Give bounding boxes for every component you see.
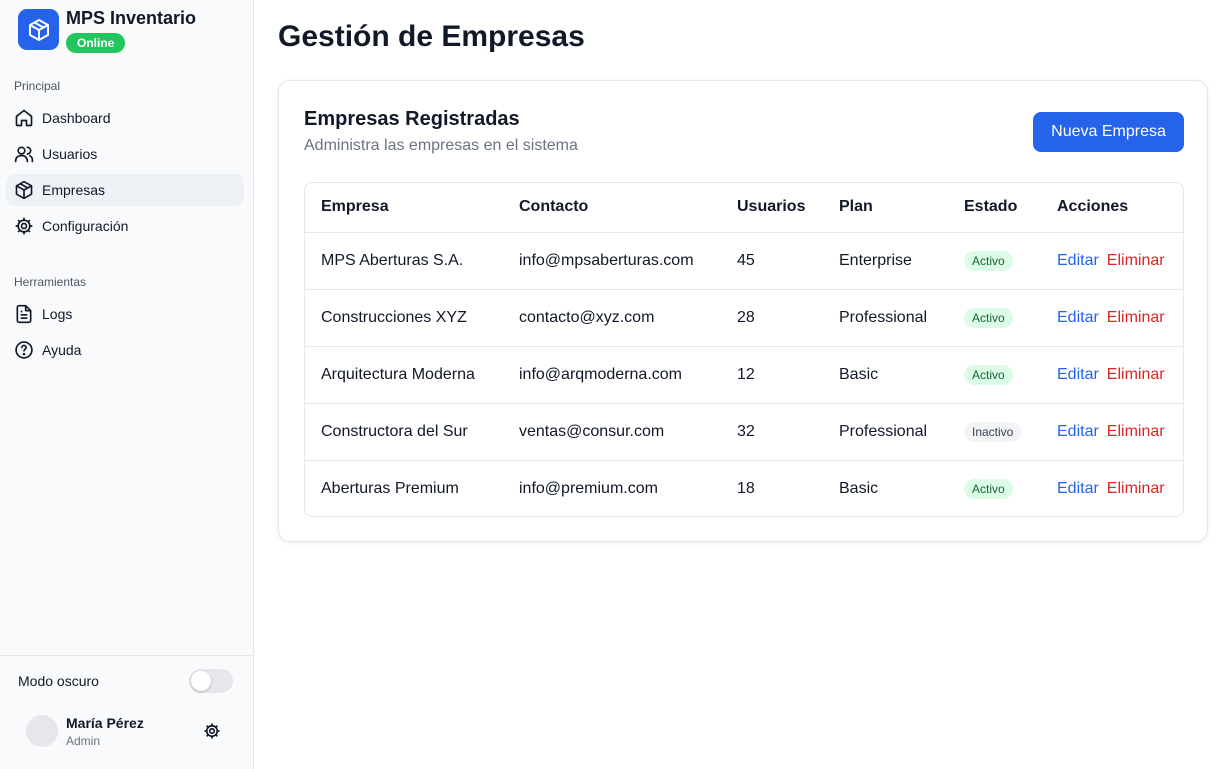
header-plan: Plan [823, 183, 948, 233]
cell-plan: Professional [823, 403, 948, 461]
cell-plan: Professional [823, 289, 948, 347]
sidebar-item-usuarios[interactable]: Usuarios [6, 138, 244, 170]
status-badge: Inactivo [964, 421, 1022, 442]
cell-usuarios: 32 [721, 403, 823, 461]
cell-acciones: Editar Eliminar [1041, 403, 1183, 461]
cell-contacto: info@premium.com [519, 479, 658, 497]
cell-contacto: info@mpsaberturas.com [503, 232, 721, 290]
delete-link[interactable]: Eliminar [1107, 423, 1165, 440]
edit-link[interactable]: Editar [1057, 309, 1099, 326]
home-icon [14, 108, 34, 128]
edit-link[interactable]: Editar [1057, 423, 1099, 440]
delete-link[interactable]: Eliminar [1107, 480, 1165, 497]
companies-table: Empresa Contacto Usuarios Plan Estado Ac… [304, 182, 1184, 517]
header-empresa: Empresa [305, 183, 503, 233]
delete-link[interactable]: Eliminar [1107, 309, 1165, 326]
cell-plan: Enterprise [823, 232, 948, 290]
user-role: Admin [66, 734, 101, 748]
online-badge: Online [66, 33, 126, 53]
sidebar-item-label: Ayuda [42, 342, 82, 358]
user-name: María Pérez [66, 715, 144, 731]
cell-empresa: MPS Aberturas S.A. [305, 232, 503, 290]
app-title: MPS Inventario [66, 8, 197, 28]
sidebar-item-label: Configuración [42, 218, 129, 234]
sidebar-footer: Modo oscuro María Pérez Admin [0, 655, 253, 769]
status-badge: Activo [964, 478, 1013, 499]
cell-estado: Activo [948, 346, 1041, 404]
cell-estado: Inactivo [948, 403, 1041, 461]
delete-link[interactable]: Eliminar [1107, 252, 1165, 269]
table-row: Construcciones XYZ contacto@xyz.com 28 P… [305, 289, 1183, 347]
sidebar-item-label: Logs [42, 306, 73, 322]
cell-estado: Activo [948, 289, 1041, 347]
header-acciones: Acciones [1041, 183, 1183, 233]
cell-acciones: Editar Eliminar [1041, 460, 1183, 516]
cell-acciones: Editar Eliminar [1041, 346, 1183, 404]
help-icon [14, 340, 34, 360]
sidebar-item-empresas[interactable]: Empresas [6, 174, 244, 206]
header-usuarios: Usuarios [721, 183, 823, 233]
sidebar: MPS Inventario Online Principal Dashboar… [0, 0, 254, 769]
cell-contacto: ventas@consur.com [503, 403, 721, 461]
table-row: Arquitectura Moderna info@arqmoderna.com… [305, 346, 1183, 404]
document-icon [14, 304, 34, 324]
user-settings-icon[interactable] [203, 722, 221, 740]
status-badge: Activo [964, 307, 1013, 328]
edit-link[interactable]: Editar [1057, 366, 1099, 383]
cell-contacto: contacto@xyz.com [503, 289, 721, 347]
delete-link[interactable]: Eliminar [1107, 366, 1165, 383]
main-content: Gestión de Empresas Empresas Registradas… [254, 0, 1216, 769]
sidebar-item-label: Dashboard [42, 110, 111, 126]
header-estado: Estado [948, 183, 1041, 233]
cell-acciones: Editar Eliminar [1041, 289, 1183, 347]
page-title: Gestión de Empresas [278, 20, 585, 53]
cell-usuarios: 28 [721, 289, 823, 347]
dark-mode-toggle[interactable] [189, 669, 233, 693]
section-principal: Principal [14, 79, 61, 93]
sidebar-item-label: Usuarios [42, 146, 98, 162]
dark-mode-label: Modo oscuro [18, 673, 99, 689]
edit-link[interactable]: Editar [1057, 252, 1099, 269]
table-row: Constructora del Sur ventas@consur.com 3… [305, 403, 1183, 461]
sidebar-item-dashboard[interactable]: Dashboard [6, 102, 244, 134]
toggle-knob [191, 671, 211, 691]
users-icon [14, 144, 34, 164]
table-row: MPS Aberturas S.A. info@mpsaberturas.com… [305, 232, 1183, 290]
gear-icon [14, 216, 34, 236]
cell-acciones: Editar Eliminar [1041, 232, 1183, 290]
new-company-button[interactable]: Nueva Empresa [1033, 112, 1184, 152]
status-badge: Activo [964, 364, 1013, 385]
header-contacto: Contacto [503, 183, 721, 233]
table-row: Aberturas Premium info@premium.com 18 Ba… [305, 460, 1183, 516]
package-icon [18, 9, 59, 50]
cell-empresa: Aberturas Premium [321, 479, 459, 497]
cell-plan: Basic [839, 479, 879, 497]
card-title: Empresas Registradas [304, 108, 520, 130]
sidebar-item-configuracion[interactable]: Configuración [6, 210, 244, 242]
status-badge: Activo [964, 250, 1013, 271]
section-herramientas: Herramientas [14, 275, 87, 289]
sidebar-item-ayuda[interactable]: Ayuda [6, 334, 244, 366]
cell-usuarios: 12 [721, 346, 823, 404]
package-icon [14, 180, 34, 200]
sidebar-item-label: Empresas [42, 182, 106, 198]
cell-plan: Basic [823, 346, 948, 404]
edit-link[interactable]: Editar [1057, 480, 1099, 497]
cell-usuarios: 18 [737, 479, 755, 497]
table-header-row: Empresa Contacto Usuarios Plan Estado Ac… [305, 183, 1183, 233]
avatar[interactable] [26, 715, 58, 747]
cell-estado: Activo [948, 460, 1041, 516]
companies-card: Empresas Registradas Administra las empr… [278, 80, 1208, 542]
cell-estado: Activo [948, 232, 1041, 290]
cell-usuarios: 45 [721, 232, 823, 290]
card-subtitle: Administra las empresas en el sistema [304, 137, 578, 154]
sidebar-item-logs[interactable]: Logs [6, 298, 244, 330]
cell-empresa: Arquitectura Moderna [305, 346, 503, 404]
cell-empresa: Constructora del Sur [305, 403, 503, 461]
brand: MPS Inventario Online [18, 9, 196, 53]
cell-empresa: Construcciones XYZ [305, 289, 503, 347]
cell-contacto: info@arqmoderna.com [503, 346, 721, 404]
